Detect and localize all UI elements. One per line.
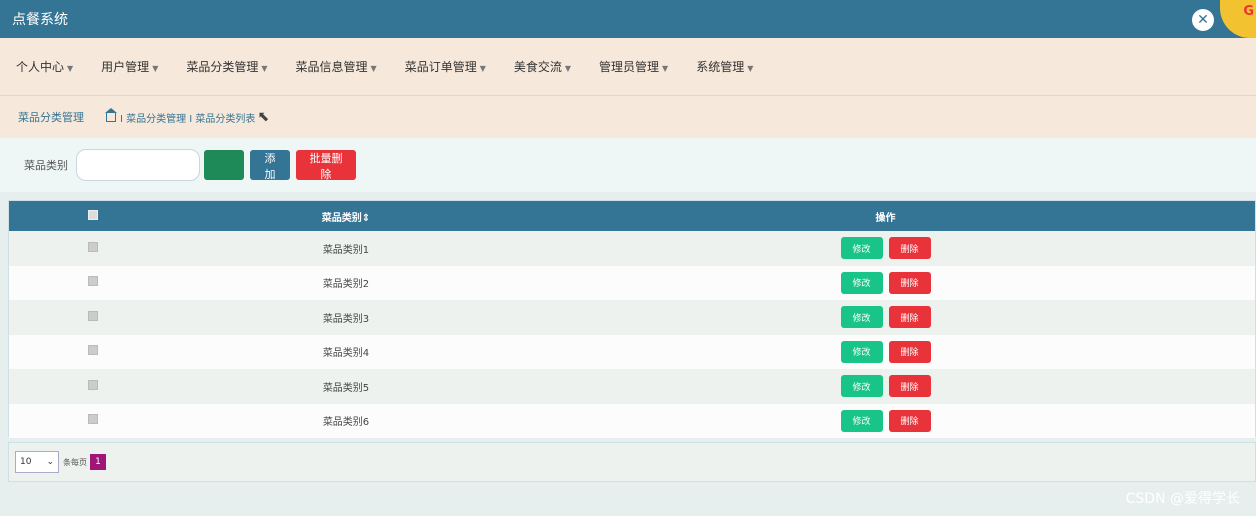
row-checkbox[interactable]: [87, 345, 98, 356]
search-button[interactable]: [204, 150, 244, 180]
chevron-down-icon: ▼: [67, 64, 74, 73]
menu-item-admin-management[interactable]: 管理员管理 ▼: [599, 58, 668, 75]
table-row: 菜品类别3 修改 删除: [9, 300, 1255, 335]
breadcrumb-bar: 菜品分类管理 I 菜品分类管理 I 菜品分类列表 ⬉: [0, 96, 1256, 138]
row-checkbox[interactable]: [87, 241, 98, 252]
page-size-select[interactable]: 10 ⌄: [15, 451, 59, 473]
delete-button[interactable]: 删除: [888, 237, 931, 260]
edit-button[interactable]: 修改: [840, 340, 883, 363]
table-header-row: 菜品类别⇕ 操作: [9, 201, 1255, 231]
chevron-down-icon: ▼: [564, 64, 572, 73]
table-row: 菜品类别1 修改 删除: [9, 231, 1255, 266]
corner-badge: G: [1220, 0, 1256, 38]
row-checkbox[interactable]: [87, 414, 98, 425]
breadcrumb-path[interactable]: I 菜品分类管理 I 菜品分类列表: [120, 110, 255, 125]
title-bar: 点餐系统 ✕ G: [0, 0, 1256, 38]
category-name: 菜品类别3: [322, 313, 370, 325]
row-checkbox[interactable]: [87, 276, 98, 287]
delete-button[interactable]: 删除: [888, 306, 931, 329]
close-icon[interactable]: ✕: [1192, 9, 1214, 31]
breadcrumb: I 菜品分类管理 I 菜品分类列表 ⬉: [105, 107, 270, 125]
watermark: CSDN @爱得学长: [1125, 491, 1240, 507]
table-row: 菜品类别2 修改 删除: [9, 265, 1255, 300]
edit-button[interactable]: 修改: [840, 375, 883, 398]
per-page-label: 条每页: [63, 457, 87, 467]
category-name: 菜品类别5: [322, 382, 370, 394]
edit-button[interactable]: 修改: [840, 237, 883, 260]
chevron-down-icon: ▼: [479, 64, 486, 73]
chevron-down-icon: ▼: [370, 64, 377, 73]
page-title: 菜品分类管理: [18, 111, 84, 124]
category-name: 菜品类别2: [322, 279, 370, 291]
column-header-category[interactable]: 菜品类别⇕: [176, 201, 516, 231]
edit-button[interactable]: 修改: [840, 306, 883, 329]
main-menu: 个人中心 ▼ 用户管理 ▼ 菜品分类管理 ▼ 菜品信息管理 ▼ 菜品订单管理 ▼ 美食交流…: [0, 38, 1256, 96]
delete-button[interactable]: 删除: [888, 409, 931, 432]
app-title: 点餐系统: [12, 12, 68, 28]
category-search-input[interactable]: [76, 149, 200, 181]
select-all-checkbox[interactable]: [87, 209, 98, 220]
menu-item-dish-category-management[interactable]: 菜品分类管理 ▼: [186, 58, 267, 75]
menu-item-dish-order-management[interactable]: 菜品订单管理 ▼: [405, 58, 486, 75]
category-name: 菜品类别1: [322, 244, 370, 256]
search-label: 菜品类别: [24, 159, 68, 172]
mouse-cursor-icon: ⬉: [257, 109, 270, 125]
row-checkbox[interactable]: [87, 379, 98, 390]
bulk-delete-button[interactable]: 批量删除: [296, 150, 356, 181]
menu-item-dish-info-management[interactable]: 菜品信息管理 ▼: [296, 58, 377, 75]
page-size-value: 10: [20, 457, 32, 467]
table-row: 菜品类别4 修改 删除: [9, 334, 1255, 369]
delete-button[interactable]: 删除: [888, 340, 931, 363]
add-button[interactable]: 添加: [250, 150, 290, 181]
menu-item-system-management[interactable]: 系统管理 ▼: [696, 58, 753, 75]
menu-item-user-management[interactable]: 用户管理 ▼: [101, 58, 158, 75]
table-row: 菜品类别6 修改 删除: [9, 403, 1255, 438]
page-number-button[interactable]: 1: [90, 454, 106, 470]
category-table: 菜品类别⇕ 操作 菜品类别1 修改 删除 菜品类别2 修改 删除 菜品类别3 修改删…: [8, 200, 1256, 438]
category-name: 菜品类别4: [322, 348, 370, 360]
row-checkbox[interactable]: [87, 310, 98, 321]
chevron-down-icon: ▼: [261, 64, 268, 73]
home-icon[interactable]: [105, 107, 117, 122]
edit-button[interactable]: 修改: [840, 271, 883, 294]
table-row: 菜品类别5 修改 删除: [9, 369, 1255, 404]
column-header-actions: 操作: [875, 212, 896, 224]
search-bar: 菜品类别 添加 批量删除: [0, 138, 1256, 192]
chevron-down-icon: ▼: [747, 64, 754, 73]
delete-button[interactable]: 删除: [888, 271, 931, 294]
pagination-bar: 10 ⌄ 条每页 1: [8, 442, 1256, 482]
edit-button[interactable]: 修改: [840, 409, 883, 432]
chevron-down-icon: ▼: [662, 64, 669, 73]
chevron-down-icon: ⌄: [46, 457, 54, 467]
delete-button[interactable]: 删除: [888, 375, 931, 398]
category-name: 菜品类别6: [322, 417, 370, 429]
chevron-down-icon: ▼: [152, 64, 159, 73]
menu-item-food-exchange[interactable]: 美食交流 ▼: [514, 58, 571, 75]
badge-letter: G: [1243, 4, 1254, 19]
menu-item-personal-center[interactable]: 个人中心 ▼: [16, 58, 73, 75]
